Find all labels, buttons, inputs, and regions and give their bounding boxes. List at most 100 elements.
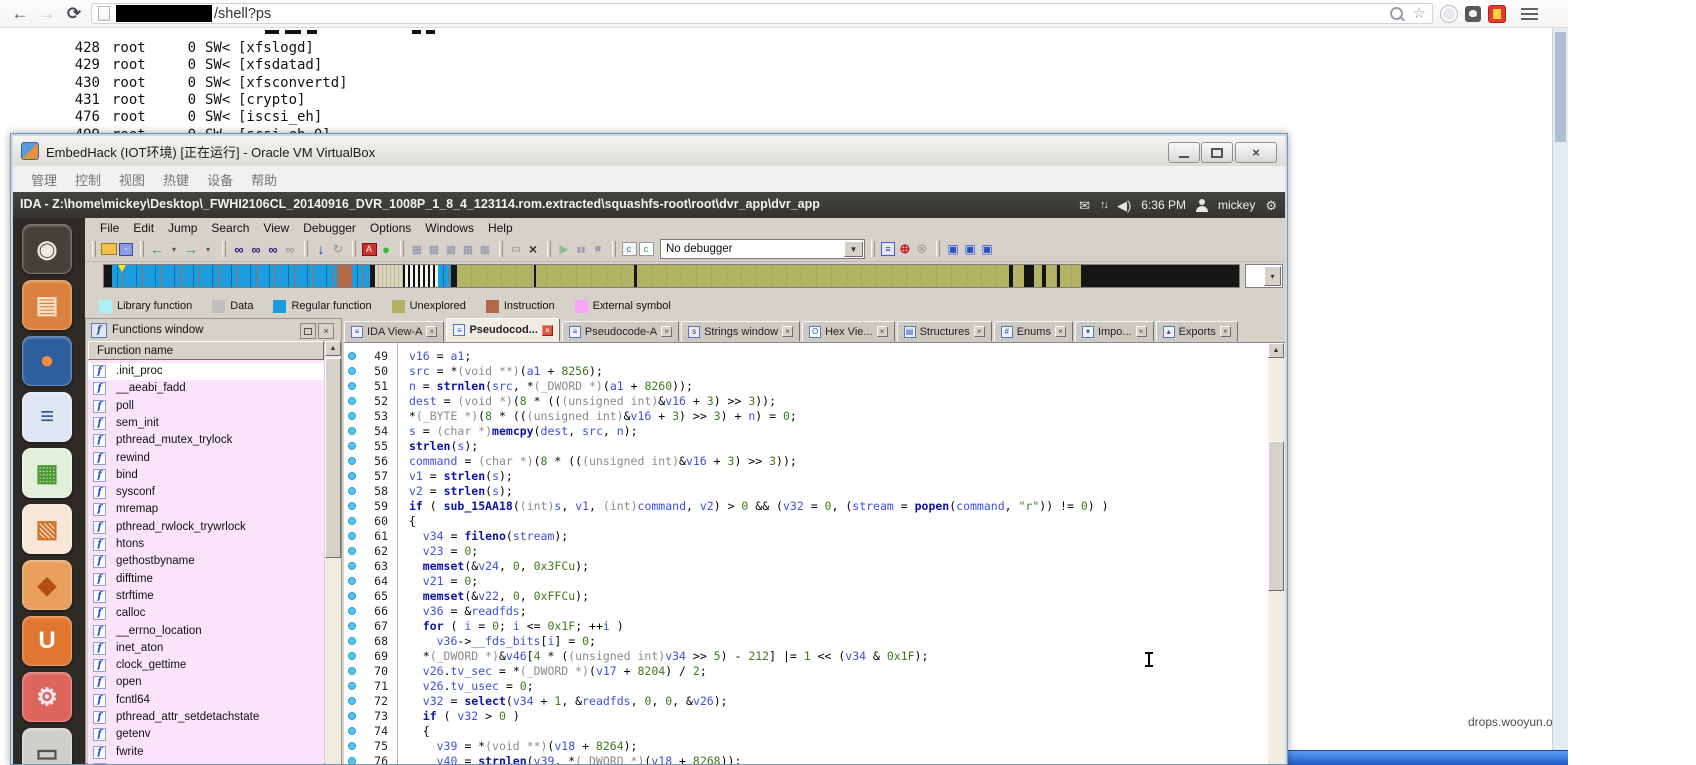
tab-strings-window[interactable]: s Strings window ×: [681, 321, 801, 342]
vbox-menu-item[interactable]: 设备: [199, 170, 241, 189]
save-file-icon[interactable]: ▫: [118, 241, 134, 258]
function-row[interactable]: f difftime: [88, 571, 324, 588]
breakpoint-dot[interactable]: [348, 397, 356, 405]
browser-reload-button[interactable]: ⟳: [64, 4, 84, 24]
launcher-icon-workspace-monitor[interactable]: ▭: [22, 728, 72, 764]
breakpoint-dot[interactable]: [348, 637, 356, 645]
windows-cascade-icon[interactable]: ▣: [979, 241, 995, 258]
windows-tile-icon[interactable]: ▣: [962, 241, 978, 258]
forward-icon[interactable]: →: [183, 241, 199, 258]
username[interactable]: mickey: [1218, 198, 1255, 212]
mail-indicator-icon[interactable]: ✉: [1079, 199, 1090, 212]
jump-address-icon[interactable]: ↓: [313, 241, 329, 258]
breakpoint-dot[interactable]: [348, 742, 356, 750]
make-code-icon[interactable]: ▦: [409, 241, 425, 258]
scrollbar-thumb[interactable]: [325, 358, 341, 558]
function-row[interactable]: f toupper: [88, 761, 324, 764]
breakpoint-dot[interactable]: [348, 427, 356, 435]
scroll-up-icon[interactable]: ▲: [325, 341, 341, 356]
launcher-icon-software-center[interactable]: ◆: [22, 560, 72, 610]
pseudocode-scrollbar[interactable]: ▲: [1268, 343, 1285, 764]
maximize-button[interactable]: [1201, 142, 1233, 163]
function-row[interactable]: f calloc: [88, 605, 324, 622]
vbox-menu-item[interactable]: 帮助: [243, 170, 285, 189]
functions-scrollbar[interactable]: ▲: [325, 341, 341, 764]
make-array-icon[interactable]: ▦: [477, 241, 493, 258]
jump-back-icon[interactable]: ↻: [330, 241, 346, 258]
function-row[interactable]: f strftime: [88, 588, 324, 605]
vbox-menu-item[interactable]: 控制: [67, 170, 109, 189]
launcher-icon-dash-home[interactable]: ◉: [22, 224, 72, 274]
scrollbar-thumb[interactable]: [1555, 32, 1566, 142]
tab-exports[interactable]: ▴ Exports ×: [1155, 321, 1238, 342]
volume-indicator-icon[interactable]: ◀): [1117, 199, 1131, 212]
tab-close-icon[interactable]: ×: [541, 324, 553, 336]
open-file-icon[interactable]: [101, 241, 117, 258]
breakpoint-dot[interactable]: [348, 442, 356, 450]
tab-close-icon[interactable]: ×: [661, 326, 673, 337]
host-taskbar[interactable]: [1288, 750, 1568, 765]
function-row[interactable]: f poll: [88, 398, 324, 415]
chrome-menu-icon[interactable]: [1521, 7, 1538, 20]
debugger-combo[interactable]: No debugger ▼: [660, 239, 865, 259]
session-gear-icon[interactable]: ⚙: [1265, 199, 1277, 212]
browser-back-button[interactable]: ←: [10, 4, 30, 24]
breakpoint-dot[interactable]: [348, 382, 356, 390]
breakpoint-dot[interactable]: [348, 547, 356, 555]
functions-column-header[interactable]: Function name: [88, 341, 324, 360]
tab-close-icon[interactable]: ×: [973, 326, 985, 337]
tab-close-icon[interactable]: ×: [782, 326, 794, 337]
function-row[interactable]: f __errno_location: [88, 623, 324, 640]
tab-close-icon[interactable]: ×: [1219, 326, 1231, 337]
make-data-icon[interactable]: ▦: [426, 241, 442, 258]
red-extension-icon[interactable]: [1488, 4, 1506, 23]
analysis-ok-icon[interactable]: ●: [378, 241, 394, 258]
browser-scrollbar[interactable]: [1552, 28, 1569, 750]
clock[interactable]: 6:36 PM: [1141, 198, 1186, 212]
vbox-menu-item[interactable]: 热键: [155, 170, 197, 189]
breakpoint-dot[interactable]: [348, 607, 356, 615]
breakpoint-dot[interactable]: [348, 592, 356, 600]
breakpoint-dot[interactable]: [348, 487, 356, 495]
pause-process-icon[interactable]: ▮▮: [573, 241, 589, 258]
breakpoint-dot[interactable]: [348, 562, 356, 570]
ida-menu-view[interactable]: View: [256, 221, 296, 235]
function-row[interactable]: f pthread_attr_setdetachstate: [88, 709, 324, 726]
search-disabled-icon[interactable]: ∞: [282, 241, 298, 258]
browser-address-bar[interactable]: /shell?ps ☆: [91, 3, 1433, 24]
problems-icon[interactable]: A: [361, 241, 377, 258]
breakpoint-dot[interactable]: [348, 457, 356, 465]
function-row[interactable]: f mremap: [88, 501, 324, 518]
remove-breakpoint-icon[interactable]: ⊗: [914, 241, 930, 258]
globe-extension-icon[interactable]: [1440, 4, 1458, 23]
back-menu-icon[interactable]: ▾: [166, 241, 182, 258]
function-row[interactable]: f open: [88, 674, 324, 691]
function-row[interactable]: f htons: [88, 536, 324, 553]
run-until-return-icon[interactable]: c: [638, 241, 654, 258]
attach-c-icon[interactable]: c: [621, 241, 637, 258]
launcher-icon-firefox[interactable]: ●: [22, 336, 72, 386]
back-icon[interactable]: ←: [149, 241, 165, 258]
function-row[interactable]: f sem_init: [88, 415, 324, 432]
edit-function-icon[interactable]: ▭: [508, 241, 524, 258]
zoom-icon[interactable]: [1389, 7, 1403, 20]
tab-close-icon[interactable]: ×: [1054, 326, 1066, 337]
breakpoint-dot[interactable]: [348, 697, 356, 705]
ida-menu-edit[interactable]: Edit: [126, 221, 161, 235]
bookmark-star-icon[interactable]: ☆: [1413, 6, 1426, 21]
chevron-down-icon[interactable]: ▾: [1264, 266, 1281, 286]
function-row[interactable]: f gethostbyname: [88, 553, 324, 570]
navigator-band[interactable]: [103, 264, 1240, 288]
tab-close-icon[interactable]: ×: [1135, 326, 1147, 337]
evernote-extension-icon[interactable]: [1465, 5, 1481, 22]
breakpoint-dot[interactable]: [348, 652, 356, 660]
search-binary-icon[interactable]: ∞: [231, 241, 247, 258]
breakpoint-dot[interactable]: [348, 667, 356, 675]
breakpoint-dot[interactable]: [348, 352, 356, 360]
breakpoint-dot[interactable]: [348, 532, 356, 540]
breakpoint-dot[interactable]: [348, 727, 356, 735]
function-row[interactable]: f fwrite: [88, 744, 324, 761]
function-row[interactable]: f .init_proc: [88, 363, 324, 380]
breakpoint-dot[interactable]: [348, 682, 356, 690]
start-process-icon[interactable]: ▶: [556, 241, 572, 258]
